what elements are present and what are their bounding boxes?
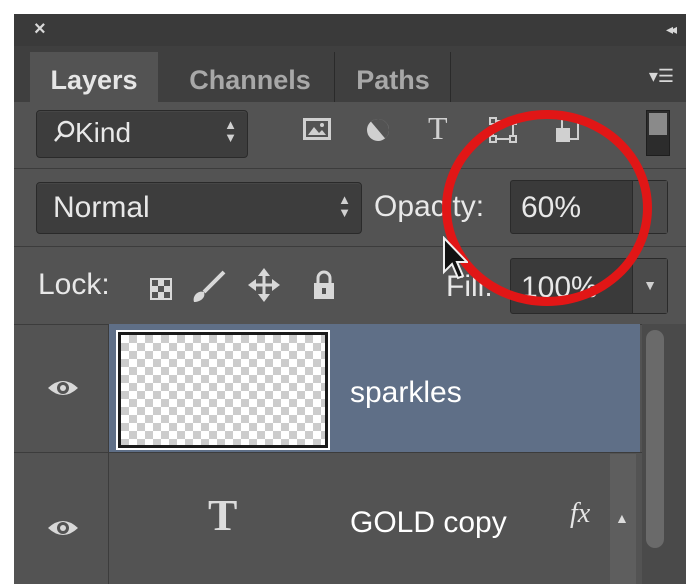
panel-titlebar: × ◂◂ [14,14,686,46]
updown-arrows-icon: ▲ ▼ [224,117,237,145]
eye-icon [48,521,78,535]
lock-label: Lock: [38,268,110,301]
chevron-down-icon: ▼ [643,277,657,293]
fx-icon[interactable]: fx [570,498,590,530]
toggle-grip [649,113,667,135]
collapse-icon[interactable]: ◂◂ [666,21,677,38]
cursor-icon [443,236,468,280]
layer-thumbnail[interactable] [116,330,330,450]
lock-image-icon[interactable] [190,270,226,311]
close-icon[interactable]: × [34,18,46,40]
blend-mode-value: Normal [53,191,150,224]
tab-channels[interactable]: Channels [166,52,335,102]
tab-layers[interactable]: Layers [30,52,158,102]
lock-all-icon[interactable] [312,270,336,307]
fill-dropdown-button[interactable]: ▼ [632,259,667,313]
blend-mode-select[interactable]: Normal ▲ ▼ [36,182,362,234]
eye-icon [48,381,78,395]
scrollbar-thumb[interactable] [646,330,664,548]
image-filter-icon[interactable] [302,116,332,149]
tab-bar: Layers Channels Paths ▾☰ [14,46,686,102]
lock-position-icon[interactable] [248,268,280,309]
filter-toggle-switch[interactable] [646,110,670,156]
layer-name[interactable]: sparkles [350,376,462,410]
filter-kind-select[interactable]: Kind ▲ ▼ [36,110,248,158]
text-layer-thumbnail-icon[interactable]: T [208,490,237,541]
panel-menu-icon[interactable]: ▾☰ [649,66,674,87]
column-divider [108,324,109,584]
search-icon [54,120,75,142]
triangle-up-icon: ▲ [615,510,629,526]
filter-kind-label: Kind [53,117,131,149]
layers-panel: × ◂◂ Layers Channels Paths ▾☰ Kind ▲ ▼ T … [14,14,686,584]
tab-paths[interactable]: Paths [336,52,451,102]
layer-name[interactable]: GOLD copy [350,506,507,540]
effects-expand-toggle[interactable]: ▲ [610,454,636,584]
visibility-toggle[interactable] [14,324,108,452]
adjustment-filter-icon[interactable] [364,116,392,151]
type-filter-icon[interactable]: T [428,110,448,147]
highlight-circle [442,110,652,306]
visibility-toggle[interactable] [14,454,108,582]
divider [14,452,686,453]
updown-arrows-icon: ▲ ▼ [338,192,351,220]
lock-transparent-icon[interactable] [150,276,172,307]
